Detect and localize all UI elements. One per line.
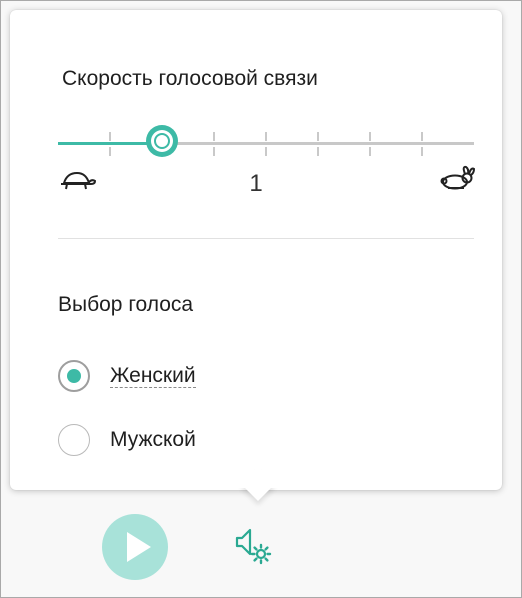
slider-tick [317, 147, 319, 156]
voice-settings-popup: Скорость голосовой связи 1 Выбор голоса … [10, 10, 502, 490]
slider-tick [369, 147, 371, 156]
rabbit-icon [440, 165, 476, 190]
divider [58, 238, 474, 239]
slider-tick [213, 147, 215, 156]
slider-tick [265, 147, 267, 156]
voice-speed-slider[interactable] [58, 122, 476, 162]
slider-tick [421, 147, 423, 156]
voice-settings-button[interactable] [234, 524, 274, 566]
radio-label-male: Мужской [110, 428, 196, 451]
turtle-icon [61, 171, 96, 190]
radio-button-male[interactable] [58, 424, 90, 456]
slider-tick [213, 132, 215, 141]
radio-label-female: Женский [110, 364, 196, 388]
radio-button-female[interactable] [58, 360, 90, 392]
play-button[interactable] [102, 514, 168, 580]
slider-tick [109, 147, 111, 156]
voice-speed-title: Скорость голосовой связи [62, 67, 318, 90]
slider-thumb[interactable] [146, 125, 178, 157]
speed-value-label: 1 [249, 170, 263, 197]
slider-tick [369, 132, 371, 141]
slider-tick [317, 132, 319, 141]
play-icon [127, 532, 151, 562]
slider-tick [265, 132, 267, 141]
slider-tick [109, 132, 111, 141]
speaker-settings-icon [235, 528, 272, 565]
voice-selection-title: Выбор голоса [58, 293, 194, 316]
slider-tick [421, 132, 423, 141]
